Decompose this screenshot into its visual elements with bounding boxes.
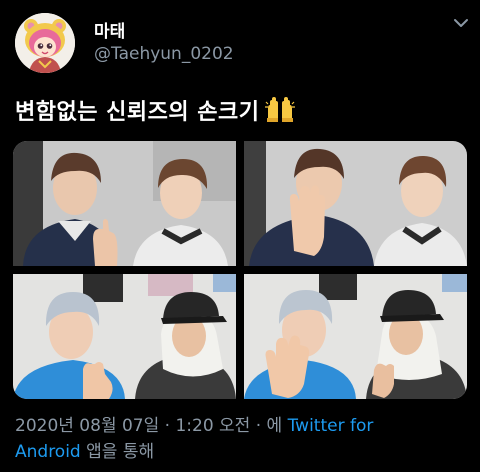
photo-1[interactable] [13,141,236,266]
photo-3[interactable] [13,274,236,399]
tweet-meta: 2020년 08월 07일 · 1:20 오전 · 에 Twitter for A… [15,413,470,465]
photo-4[interactable] [244,274,467,399]
avatar-cartoon-icon [15,13,75,73]
client-suffix: 앱을 통해 [86,442,155,462]
display-name[interactable]: 마태 [94,17,125,42]
tweet-text-content: 변함없는 신뢰즈의 손크기 [15,100,260,125]
chevron-down-icon[interactable] [452,16,470,30]
client-link-part-2[interactable]: Android [15,442,81,462]
client-link-part-1[interactable]: Twitter for [288,416,374,436]
avatar[interactable] [15,13,75,73]
user-handle[interactable]: @Taehyun_0202 [94,44,234,64]
tweet-text: 변함없는 신뢰즈의 손크기 [15,94,296,128]
timestamp[interactable]: 2020년 08월 07일 · 1:20 오전 · 에 [15,416,282,436]
photo-2[interactable] [244,141,467,266]
raising-hands-icon [265,96,296,128]
media-grid [13,141,467,399]
